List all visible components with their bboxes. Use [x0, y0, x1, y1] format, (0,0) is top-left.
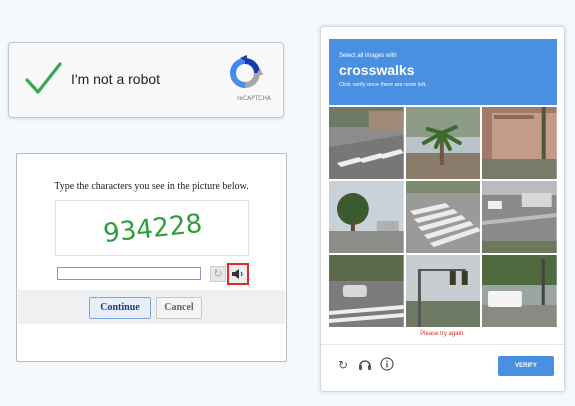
image-tile-1[interactable]	[329, 107, 404, 179]
headphones-icon[interactable]	[357, 357, 373, 373]
footer-divider	[321, 344, 564, 345]
error-message: Please try again.	[420, 331, 465, 337]
checkmark-icon	[25, 62, 62, 94]
image-tile-2[interactable]	[405, 107, 481, 179]
image-tile-3[interactable]	[482, 107, 557, 179]
audio-challenge-button[interactable]	[227, 263, 249, 285]
reload-icon[interactable]: ↻	[335, 357, 351, 373]
captcha-answer-input[interactable]	[57, 267, 201, 280]
speaker-icon	[232, 269, 243, 279]
image-tile-7[interactable]	[329, 255, 404, 327]
image-grid	[329, 107, 557, 327]
refresh-icon[interactable]: ↻	[210, 266, 226, 282]
image-tile-6[interactable]	[482, 181, 557, 253]
image-tile-4[interactable]	[329, 181, 404, 253]
not-a-robot-label: I'm not a robot	[71, 71, 161, 87]
text-captcha-panel: Type the characters you see in the pictu…	[16, 153, 287, 362]
challenge-keyword: crosswalks	[339, 62, 415, 78]
recaptcha-checkbox-widget[interactable]: I'm not a robot reCAPTCHA	[8, 42, 284, 118]
captcha-footer	[18, 290, 285, 324]
captcha-instruction: Type the characters you see in the pictu…	[54, 181, 249, 192]
image-challenge-panel: Select all images with crosswalks Click …	[320, 26, 565, 392]
image-tile-9[interactable]	[482, 255, 557, 327]
recaptcha-brand-text: reCAPTCHA	[236, 95, 271, 102]
challenge-hint: Click verify once there are none left.	[339, 82, 427, 88]
challenge-prompt: Select all images with	[339, 53, 397, 59]
image-tile-5[interactable]	[405, 181, 481, 253]
image-tile-8[interactable]	[405, 255, 481, 327]
captcha-code-text: 934228	[102, 209, 204, 249]
verify-button[interactable]: VERIFY	[498, 356, 554, 376]
info-icon[interactable]	[379, 357, 395, 373]
recaptcha-logo-icon	[230, 55, 263, 88]
captcha-image: 934228	[55, 200, 249, 256]
challenge-header: Select all images with crosswalks Click …	[329, 39, 557, 105]
cancel-button[interactable]: Cancel	[156, 297, 202, 319]
continue-button[interactable]: Continue	[89, 297, 151, 319]
